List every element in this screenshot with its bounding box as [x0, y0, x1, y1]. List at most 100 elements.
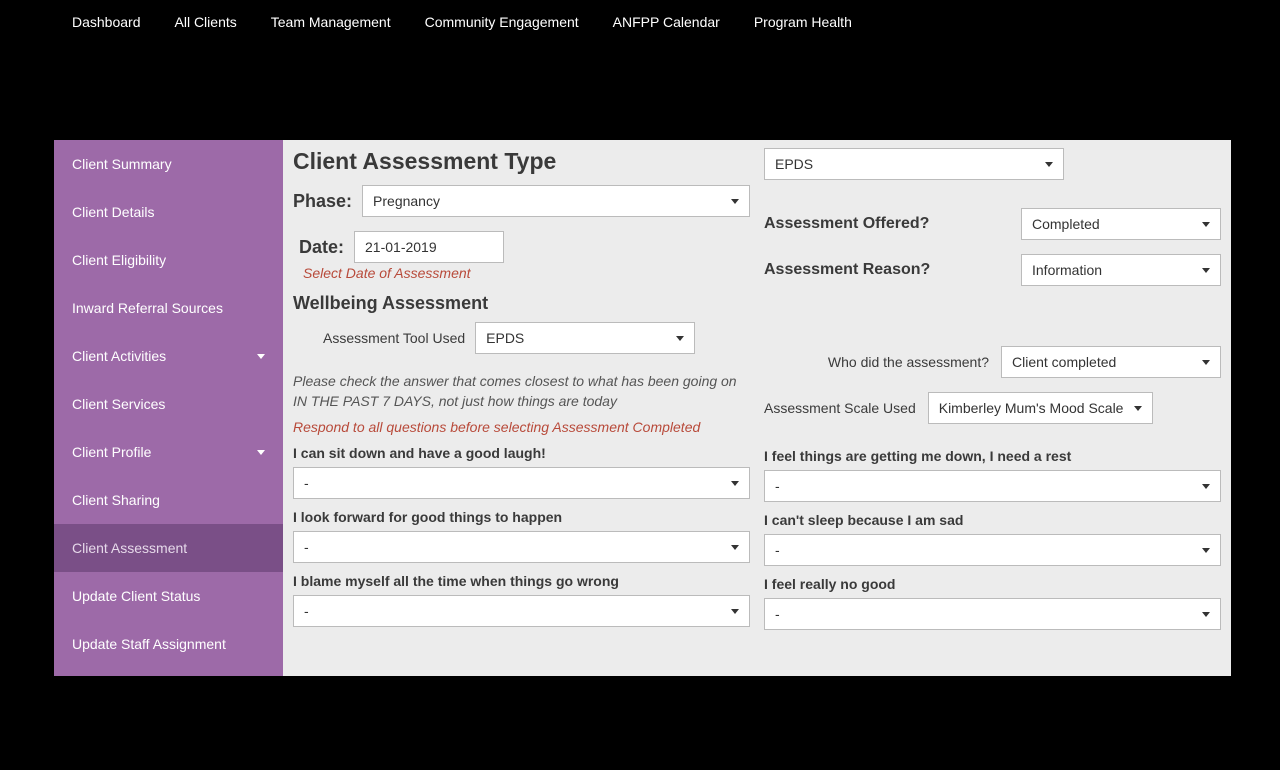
- tool-row: Assessment Tool Used EPDS: [293, 322, 750, 354]
- question-value: -: [304, 603, 309, 619]
- chevron-down-icon: [1202, 548, 1210, 553]
- question-label: I look forward for good things to happen: [293, 509, 750, 525]
- sidebar-item-label: Client Sharing: [72, 492, 160, 508]
- right-questions: I feel things are getting me down, I nee…: [764, 438, 1221, 630]
- reason-label: Assessment Reason?: [764, 261, 930, 279]
- date-helper: Select Date of Assessment: [303, 265, 750, 281]
- question-select[interactable]: -: [764, 534, 1221, 566]
- chevron-down-icon: [1202, 222, 1210, 227]
- reason-select[interactable]: Information: [1021, 254, 1221, 286]
- tool-select[interactable]: EPDS: [475, 322, 695, 354]
- topnav-item[interactable]: Dashboard: [72, 14, 141, 30]
- page-title: Client Assessment Type: [293, 148, 750, 175]
- left-column: Client Assessment Type Phase: Pregnancy …: [293, 148, 750, 676]
- question-label: I feel really no good: [764, 576, 1221, 592]
- question-select[interactable]: -: [293, 595, 750, 627]
- chevron-down-icon: [257, 450, 265, 455]
- chevron-down-icon: [731, 609, 739, 614]
- question-value: -: [304, 475, 309, 491]
- topnav-item[interactable]: Team Management: [271, 14, 391, 30]
- assessment-type-select[interactable]: EPDS: [764, 148, 1064, 180]
- chevron-down-icon: [1202, 360, 1210, 365]
- offered-row: Assessment Offered? Completed: [764, 208, 1221, 240]
- chevron-down-icon: [1134, 406, 1142, 411]
- chevron-down-icon: [1202, 612, 1210, 617]
- topnav-item[interactable]: Community Engagement: [425, 14, 579, 30]
- tool-label: Assessment Tool Used: [323, 330, 465, 346]
- sidebar-item[interactable]: Client Profile: [54, 428, 283, 476]
- sidebar-item[interactable]: Client Sharing: [54, 476, 283, 524]
- chevron-down-icon: [1202, 484, 1210, 489]
- sidebar-item-label: Client Profile: [72, 444, 151, 460]
- sidebar-item-label: Inward Referral Sources: [72, 300, 223, 316]
- scale-select[interactable]: Kimberley Mum's Mood Scale: [928, 392, 1153, 424]
- assessment-type-value: EPDS: [775, 156, 813, 172]
- question-label: I can sit down and have a good laugh!: [293, 445, 750, 461]
- phase-select[interactable]: Pregnancy: [362, 185, 750, 217]
- chevron-down-icon: [1045, 162, 1053, 167]
- topnav-item[interactable]: ANFPP Calendar: [613, 14, 720, 30]
- offered-label: Assessment Offered?: [764, 215, 929, 233]
- question-select[interactable]: -: [764, 598, 1221, 630]
- phase-value: Pregnancy: [373, 193, 440, 209]
- tool-value: EPDS: [486, 330, 524, 346]
- chevron-down-icon: [731, 481, 739, 486]
- sidebar-item[interactable]: Client Services: [54, 380, 283, 428]
- sidebar-item[interactable]: Update Staff Assignment: [54, 620, 283, 668]
- question-value: -: [775, 478, 780, 494]
- sidebar-item[interactable]: Client Assessment: [54, 524, 283, 572]
- sidebar-item[interactable]: Client Details: [54, 188, 283, 236]
- scale-row: Assessment Scale Used Kimberley Mum's Mo…: [764, 392, 1221, 424]
- chevron-down-icon: [1202, 268, 1210, 273]
- date-row: Date: 21-01-2019 Select Date of Assessme…: [293, 231, 750, 281]
- sidebar-item-label: Client Services: [72, 396, 165, 412]
- who-row: Who did the assessment? Client completed: [764, 346, 1221, 378]
- question-select[interactable]: -: [293, 531, 750, 563]
- question-label: I feel things are getting me down, I nee…: [764, 448, 1221, 464]
- offered-select[interactable]: Completed: [1021, 208, 1221, 240]
- chevron-down-icon: [731, 545, 739, 550]
- sidebar-item[interactable]: Inward Referral Sources: [54, 284, 283, 332]
- sidebar-item[interactable]: Client Eligibility: [54, 236, 283, 284]
- who-select[interactable]: Client completed: [1001, 346, 1221, 378]
- app-shell: Client Summary Client Details Client Eligi…: [54, 140, 1231, 676]
- sidebar-item-label: Client Activities: [72, 348, 166, 364]
- right-column: EPDS Assessment Offered? Completed Asses…: [764, 148, 1221, 676]
- sidebar: Client Summary Client Details Client Eligi…: [54, 140, 283, 676]
- question-value: -: [775, 606, 780, 622]
- phase-row: Phase: Pregnancy: [293, 185, 750, 217]
- chevron-down-icon: [257, 354, 265, 359]
- left-questions: I can sit down and have a good laugh! - I …: [293, 435, 750, 627]
- question-value: -: [304, 539, 309, 555]
- date-label: Date:: [299, 237, 344, 258]
- scale-value: Kimberley Mum's Mood Scale: [939, 400, 1124, 416]
- sidebar-item[interactable]: Update Client Status: [54, 572, 283, 620]
- scale-label: Assessment Scale Used: [764, 400, 916, 416]
- sidebar-item-label: Update Client Status: [72, 588, 200, 604]
- top-nav: Dashboard All Clients Team Management Commu…: [0, 0, 1280, 44]
- reason-row: Assessment Reason? Information: [764, 254, 1221, 286]
- who-label: Who did the assessment?: [828, 354, 989, 370]
- wellbeing-heading: Wellbeing Assessment: [293, 293, 750, 314]
- question-select[interactable]: -: [764, 470, 1221, 502]
- date-input[interactable]: 21-01-2019: [354, 231, 504, 263]
- sidebar-item[interactable]: Client Summary: [54, 140, 283, 188]
- sidebar-item-label: Client Summary: [72, 156, 172, 172]
- topnav-item[interactable]: All Clients: [175, 14, 237, 30]
- offered-value: Completed: [1032, 216, 1100, 232]
- chevron-down-icon: [676, 336, 684, 341]
- date-value: 21-01-2019: [365, 239, 437, 255]
- sidebar-item-label: Client Assessment: [72, 540, 187, 556]
- instructions-text: Please check the answer that comes close…: [293, 372, 750, 411]
- question-label: I blame myself all the time when things …: [293, 573, 750, 589]
- question-select[interactable]: -: [293, 467, 750, 499]
- topnav-item[interactable]: Program Health: [754, 14, 852, 30]
- question-label: I can't sleep because I am sad: [764, 512, 1221, 528]
- sidebar-item-label: Client Eligibility: [72, 252, 166, 268]
- sidebar-item[interactable]: Client Activities: [54, 332, 283, 380]
- main-content: Client Assessment Type Phase: Pregnancy …: [283, 140, 1231, 676]
- chevron-down-icon: [731, 199, 739, 204]
- phase-label: Phase:: [293, 191, 352, 212]
- warn-text: Respond to all questions before selectin…: [293, 419, 750, 435]
- question-value: -: [775, 542, 780, 558]
